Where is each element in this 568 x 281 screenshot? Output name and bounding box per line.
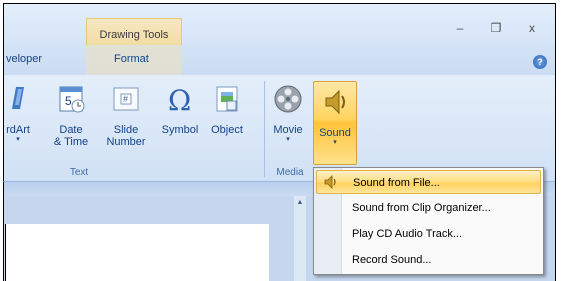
object-button[interactable]: Object (204, 83, 250, 136)
slide-canvas[interactable] (5, 224, 269, 281)
tab-developer[interactable]: veloper (6, 53, 42, 65)
symbol-label: Symbol (161, 124, 199, 136)
sound-dropdown-arrow: ▾ (333, 139, 337, 146)
minimize-button[interactable]: – (450, 21, 470, 39)
object-label: Object (211, 124, 243, 136)
scroll-up-arrow-icon[interactable]: ▲ (294, 196, 306, 210)
wordart-label: rdArt (6, 124, 30, 136)
svg-text:Ω: Ω (168, 84, 191, 115)
close-button[interactable]: x (522, 21, 542, 39)
menu-item-label: Sound from File... (353, 177, 440, 189)
sound-button-content: Sound ▾ (314, 86, 356, 147)
group-label-text: Text (69, 167, 89, 178)
sound-label: Sound (319, 127, 351, 139)
movie-button[interactable]: Movie ▾ (268, 83, 308, 144)
tab-format[interactable]: Format (114, 53, 149, 65)
powerpoint-window: Drawing Tools – ❐ x veloper Format ? rdA… (0, 0, 568, 281)
calendar-icon: 5 (59, 86, 85, 113)
slide-number-label-line2: Number (106, 136, 146, 148)
date-time-label-line2: & Time (53, 136, 89, 148)
wordart-dropdown-arrow: ▾ (16, 136, 20, 143)
movie-label: Movie (273, 124, 303, 136)
menu-item-record-sound[interactable]: Record Sound... (316, 248, 541, 272)
menu-item-label: Sound from Clip Organizer... (352, 202, 491, 214)
movie-dropdown-arrow: ▾ (286, 136, 290, 143)
title-bar: Drawing Tools – ❐ x (3, 3, 555, 46)
restore-button[interactable]: ❐ (486, 21, 506, 39)
sound-button[interactable]: Sound ▾ (313, 81, 357, 165)
group-label-media: Media (276, 167, 304, 178)
date-time-label-line1: Date (59, 124, 83, 136)
group-separator (264, 81, 265, 177)
menu-item-label: Record Sound... (352, 254, 432, 266)
date-time-button[interactable]: 5 Date & Time (50, 83, 92, 148)
wordart-icon (12, 87, 24, 109)
menu-item-label: Play CD Audio Track... (352, 228, 463, 240)
slide-number-icon: # (113, 87, 139, 111)
ribbon-insert-panel: rdArt ▾ 5 Date & Time # Slide Number Ω S… (3, 75, 555, 182)
wordart-button[interactable]: rdArt ▾ (0, 83, 38, 144)
menu-item-sound-from-file[interactable]: Sound from File... (316, 170, 541, 194)
menu-item-play-cd-audio-track[interactable]: Play CD Audio Track... (316, 222, 541, 246)
object-icon (216, 86, 238, 112)
speaker-icon (325, 89, 345, 115)
sound-dropdown-menu: Sound from File... Sound from Clip Organ… (313, 167, 544, 275)
screenshot-border (555, 3, 556, 281)
menu-item-sound-from-clip-organizer[interactable]: Sound from Clip Organizer... (316, 196, 541, 220)
film-reel-icon (274, 85, 302, 113)
omega-symbol-icon: Ω (168, 84, 191, 117)
slide-number-label-line1: Slide (113, 124, 139, 136)
svg-text:#: # (123, 94, 128, 104)
drawing-tools-context-tab: Drawing Tools (86, 18, 182, 46)
ribbon-tab-row: veloper Format ? (3, 45, 555, 75)
symbol-button[interactable]: Ω Symbol (158, 83, 202, 136)
speaker-icon (324, 175, 336, 189)
slide-number-button[interactable]: # Slide Number (98, 83, 154, 148)
help-icon[interactable]: ? (533, 55, 547, 69)
svg-text:5: 5 (65, 94, 72, 108)
